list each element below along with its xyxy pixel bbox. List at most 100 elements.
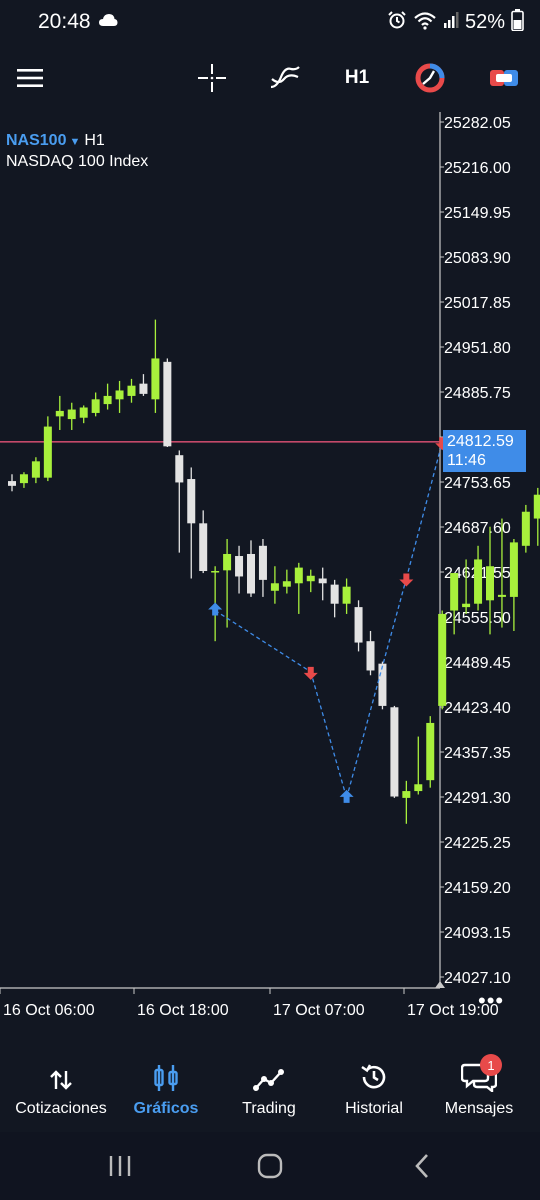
- candle-body: [175, 455, 184, 483]
- message-badge: 1: [480, 1054, 502, 1076]
- candle-body: [163, 361, 172, 447]
- y-tick-label: 24489.45: [444, 655, 511, 672]
- candle-body: [67, 409, 76, 420]
- candle-body: [342, 586, 351, 604]
- candle-body: [294, 567, 303, 584]
- nav-cotizaciones[interactable]: Cotizaciones: [0, 1052, 122, 1132]
- indicators-icon[interactable]: [263, 44, 307, 112]
- y-tick-label: 25216.00: [444, 160, 511, 177]
- candle-body: [438, 613, 447, 706]
- buy-arrow-icon: [208, 602, 223, 616]
- symbol-dropdown-icon[interactable]: ▼: [69, 136, 80, 148]
- candle-body: [426, 722, 435, 781]
- signal-icon: [443, 11, 459, 34]
- recent-apps-icon[interactable]: [90, 1132, 150, 1200]
- candle-body: [450, 573, 459, 611]
- candle-body: [43, 426, 52, 478]
- candle-body: [235, 556, 244, 577]
- x-tick-label: 16 Oct 06:00: [3, 1002, 95, 1019]
- y-tick-label: 24423.40: [444, 700, 511, 717]
- chart-window-icon[interactable]: [482, 44, 526, 112]
- wifi-icon: [413, 10, 437, 35]
- nav-label: Cotizaciones: [15, 1100, 107, 1117]
- candle-body: [462, 603, 471, 608]
- candle-body: [247, 553, 255, 594]
- nav-mensajes[interactable]: 1 Mensajes: [428, 1052, 530, 1132]
- history-icon: [359, 1052, 389, 1092]
- candle-body: [318, 578, 327, 584]
- system-nav-bar: [0, 1132, 540, 1200]
- x-tick-label: 16 Oct 18:00: [137, 1002, 229, 1019]
- nav-label: Gráficos: [133, 1100, 199, 1117]
- candle-body: [497, 594, 506, 597]
- trade-path-line: [214, 609, 312, 673]
- nav-label: Mensajes: [444, 1100, 514, 1117]
- trade-path-line: [405, 442, 443, 579]
- current-price-tag: 24812.59 11:46: [443, 430, 526, 472]
- candle-body: [533, 494, 540, 519]
- candle-body: [31, 461, 40, 478]
- y-tick-label: 25083.90: [444, 250, 511, 267]
- y-tick-label: 25282.05: [444, 115, 511, 132]
- candle-body: [199, 523, 208, 572]
- y-tick-label: 25149.95: [444, 205, 511, 222]
- candle-body: [354, 607, 363, 643]
- candle-body: [8, 481, 16, 486]
- y-tick-label: 24027.10: [444, 970, 511, 987]
- y-tick-label: 25017.85: [444, 295, 511, 312]
- y-tick-label: 24951.80: [444, 340, 511, 357]
- candle-body: [474, 559, 483, 604]
- chart-area[interactable]: 25282.05 25216.00 25149.95 25083.90 25017.85…: [0, 112, 540, 1052]
- trade-path-line: [310, 671, 348, 799]
- back-icon[interactable]: [392, 1132, 452, 1200]
- charts-icon: [153, 1052, 179, 1092]
- home-icon[interactable]: [240, 1132, 300, 1200]
- alarm-icon: [387, 10, 407, 35]
- candle-body: [509, 542, 518, 597]
- candle-body: [115, 390, 124, 400]
- y-tick-label: 24225.25: [444, 835, 511, 852]
- y-tick-label: 24159.20: [444, 880, 511, 897]
- status-icons: 52%: [387, 8, 524, 36]
- candle-body: [187, 479, 196, 524]
- candle-body: [402, 791, 411, 798]
- nav-trading[interactable]: Trading: [222, 1052, 316, 1132]
- status-bar: 20:48 52%: [0, 0, 540, 44]
- trading-icon: [253, 1052, 285, 1092]
- candle-body: [414, 784, 423, 792]
- candle-body: [79, 407, 88, 418]
- chart-toolbar: H1: [0, 44, 540, 112]
- timeframe-button[interactable]: H1: [336, 44, 378, 112]
- current-price: 24812.59: [447, 433, 514, 450]
- candle-body: [306, 575, 315, 582]
- candle-body: [103, 395, 112, 405]
- buy-arrow-icon: [339, 789, 354, 803]
- candle-body: [139, 383, 148, 394]
- crosshair-icon[interactable]: [190, 44, 234, 112]
- candle-body: [521, 511, 530, 546]
- candle-body: [55, 410, 64, 417]
- nav-graficos[interactable]: Gráficos: [122, 1052, 210, 1132]
- sell-arrow-icon: [399, 573, 414, 587]
- candle-body: [330, 584, 339, 604]
- nav-historial[interactable]: Historial: [328, 1052, 420, 1132]
- menu-icon[interactable]: [8, 44, 52, 112]
- status-time: 20:48: [38, 10, 91, 33]
- candle-body: [211, 571, 220, 573]
- quotes-icon: [49, 1052, 73, 1092]
- symbol-label[interactable]: NAS100 ▼ H1: [6, 132, 105, 150]
- trade-panel-icon[interactable]: [408, 44, 452, 112]
- candle-body: [91, 399, 100, 413]
- y-tick-label: 24093.15: [444, 925, 511, 942]
- bottom-nav: Cotizaciones Gráficos Trading Historial …: [0, 1052, 540, 1132]
- nav-label: Historial: [345, 1100, 403, 1117]
- symbol-name[interactable]: NAS100: [6, 132, 66, 149]
- candle-body: [378, 663, 387, 706]
- candlestick-chart[interactable]: 25282.05 25216.00 25149.95 25083.90 25017.85…: [0, 112, 540, 1052]
- battery-icon: [511, 8, 524, 36]
- more-options-icon[interactable]: •••: [478, 988, 504, 1014]
- bar-countdown: 11:46: [447, 452, 486, 469]
- candle-body: [223, 553, 232, 571]
- battery-percent: 52%: [464, 10, 505, 33]
- y-tick-label: 24885.75: [444, 385, 511, 402]
